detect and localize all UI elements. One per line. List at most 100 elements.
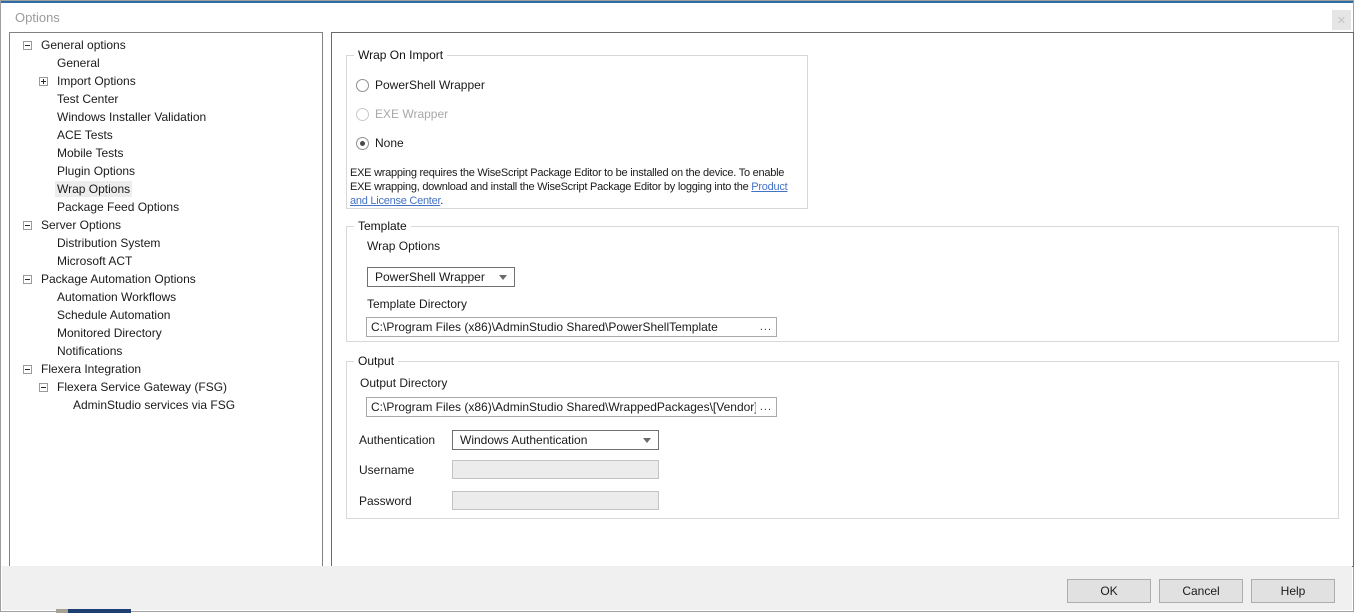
tree-item-label: ACE Tests bbox=[55, 127, 115, 143]
tree-item-flexera-service-gateway-fsg[interactable]: Flexera Service Gateway (FSG) bbox=[10, 378, 322, 396]
tree-item-label: AdminStudio services via FSG bbox=[71, 397, 237, 413]
authentication-dropdown[interactable]: Windows Authentication bbox=[452, 430, 659, 450]
tree-item-import-options[interactable]: Import Options bbox=[10, 72, 322, 90]
tree-item-label: Server Options bbox=[39, 217, 123, 233]
tree-item-mobile-tests[interactable]: Mobile Tests bbox=[10, 144, 322, 162]
tree-item-windows-installer-validation[interactable]: Windows Installer Validation bbox=[10, 108, 322, 126]
tree-item-label: Microsoft ACT bbox=[55, 253, 134, 269]
taskbar-artifact bbox=[68, 609, 131, 613]
tree-item-label: Package Feed Options bbox=[55, 199, 181, 215]
radio-label: PowerShell Wrapper bbox=[375, 78, 485, 92]
tree-item-server-options[interactable]: Server Options bbox=[10, 216, 322, 234]
authentication-label: Authentication bbox=[359, 433, 435, 447]
radio-button-icon bbox=[356, 79, 369, 92]
product-license-center-link[interactable]: and License Center bbox=[350, 195, 440, 207]
password-label: Password bbox=[359, 494, 412, 508]
tree-item-notifications[interactable]: Notifications bbox=[10, 342, 322, 360]
radio-label: EXE Wrapper bbox=[375, 107, 448, 121]
wrap-on-import-group: Wrap On Import PowerShell WrapperEXE Wra… bbox=[346, 55, 808, 209]
dialog-footer: OK Cancel Help bbox=[2, 566, 1352, 610]
tree-item-label: Notifications bbox=[55, 343, 124, 359]
username-field bbox=[452, 460, 659, 479]
wrap-options-dropdown[interactable]: PowerShell Wrapper bbox=[367, 267, 515, 287]
tree-item-automation-workflows[interactable]: Automation Workflows bbox=[10, 288, 322, 306]
tree-item-wrap-options[interactable]: Wrap Options bbox=[10, 180, 322, 198]
chevron-down-icon bbox=[499, 275, 507, 280]
tree-item-test-center[interactable]: Test Center bbox=[10, 90, 322, 108]
group-title: Template bbox=[354, 219, 411, 233]
tree-item-label: Windows Installer Validation bbox=[55, 109, 208, 125]
tree-item-label: Distribution System bbox=[55, 235, 162, 251]
tree-collapse-icon[interactable] bbox=[39, 383, 48, 392]
template-group: Template Wrap Options PowerShell Wrapper… bbox=[346, 226, 1339, 342]
tree-item-label: Test Center bbox=[55, 91, 120, 107]
output-directory-value: C:\Program Files (x86)\AdminStudio Share… bbox=[371, 400, 756, 414]
radio-label: None bbox=[375, 136, 404, 150]
tree-item-package-automation-options[interactable]: Package Automation Options bbox=[10, 270, 322, 288]
tree-item-label: Wrap Options bbox=[55, 181, 132, 197]
group-title: Wrap On Import bbox=[354, 48, 447, 62]
tree-item-flexera-integration[interactable]: Flexera Integration bbox=[10, 360, 322, 378]
tree-collapse-icon[interactable] bbox=[23, 221, 32, 230]
tree-item-general-options[interactable]: General options bbox=[10, 36, 322, 54]
note-period: . bbox=[440, 195, 443, 207]
radio-none[interactable]: None bbox=[356, 136, 404, 150]
radio-button-icon bbox=[356, 137, 369, 150]
tree-expand-icon[interactable] bbox=[39, 77, 48, 86]
options-tree: General options General Import Options Test… bbox=[9, 32, 323, 569]
titlebar: Options ✕ bbox=[1, 3, 1353, 31]
wrap-options-selected-value: PowerShell Wrapper bbox=[375, 270, 485, 284]
tree-item-label: Mobile Tests bbox=[55, 145, 125, 161]
note-line2: EXE wrapping, download and install the W… bbox=[350, 181, 751, 193]
cancel-button[interactable]: Cancel bbox=[1159, 579, 1243, 603]
output-directory-field[interactable]: C:\Program Files (x86)\AdminStudio Share… bbox=[366, 397, 777, 417]
template-directory-label: Template Directory bbox=[367, 297, 467, 311]
close-icon[interactable]: ✕ bbox=[1332, 10, 1351, 30]
tree-item-label: Schedule Automation bbox=[55, 307, 172, 323]
radio-powershell-wrapper[interactable]: PowerShell Wrapper bbox=[356, 78, 485, 92]
tree-item-label: Plugin Options bbox=[55, 163, 137, 179]
tree-item-label: General options bbox=[39, 37, 128, 53]
note-line1: EXE wrapping requires the WiseScript Pac… bbox=[350, 167, 784, 179]
taskbar-artifact bbox=[56, 609, 68, 613]
output-directory-label: Output Directory bbox=[360, 376, 447, 390]
browse-button[interactable]: ... bbox=[760, 321, 772, 333]
tree-item-distribution-system[interactable]: Distribution System bbox=[10, 234, 322, 252]
output-group: Output Output Directory C:\Program Files… bbox=[346, 361, 1339, 519]
tree-item-label: Flexera Integration bbox=[39, 361, 143, 377]
wrap-options-label: Wrap Options bbox=[367, 239, 440, 253]
authentication-selected-value: Windows Authentication bbox=[460, 433, 587, 447]
tree-item-label: Automation Workflows bbox=[55, 289, 178, 305]
tree-item-ace-tests[interactable]: ACE Tests bbox=[10, 126, 322, 144]
tree-item-label: Monitored Directory bbox=[55, 325, 164, 341]
tree-collapse-icon[interactable] bbox=[23, 365, 32, 374]
tree-collapse-icon[interactable] bbox=[23, 275, 32, 284]
tree-item-microsoft-act[interactable]: Microsoft ACT bbox=[10, 252, 322, 270]
tree-item-label: Import Options bbox=[55, 73, 138, 89]
chevron-down-icon bbox=[643, 438, 651, 443]
help-button[interactable]: Help bbox=[1251, 579, 1335, 603]
tree-item-plugin-options[interactable]: Plugin Options bbox=[10, 162, 322, 180]
tree-item-monitored-directory[interactable]: Monitored Directory bbox=[10, 324, 322, 342]
settings-panel: Wrap On Import PowerShell Wrapper EXE Wra… bbox=[331, 32, 1354, 567]
tree-item-label: Flexera Service Gateway (FSG) bbox=[55, 379, 229, 395]
tree-item-label: General bbox=[55, 55, 102, 71]
window-title: Options bbox=[15, 10, 60, 25]
radio-button-icon bbox=[356, 108, 369, 121]
tree-item-schedule-automation[interactable]: Schedule Automation bbox=[10, 306, 322, 324]
product-license-center-link[interactable]: Product bbox=[751, 181, 787, 193]
tree-item-label: Package Automation Options bbox=[39, 271, 198, 287]
radio-exe-wrapper: EXE Wrapper bbox=[356, 107, 448, 121]
ok-button[interactable]: OK bbox=[1067, 579, 1151, 603]
tree-item-package-feed-options[interactable]: Package Feed Options bbox=[10, 198, 322, 216]
template-directory-value: C:\Program Files (x86)\AdminStudio Share… bbox=[371, 320, 756, 334]
password-field bbox=[452, 491, 659, 510]
tree-item-adminstudio-services-via-fsg[interactable]: AdminStudio services via FSG bbox=[10, 396, 322, 414]
options-dialog: Options ✕ General options General Import O… bbox=[0, 0, 1354, 612]
tree-item-general[interactable]: General bbox=[10, 54, 322, 72]
browse-button[interactable]: ... bbox=[760, 401, 772, 413]
tree-collapse-icon[interactable] bbox=[23, 41, 32, 50]
exe-wrapping-note: EXE wrapping requires the WiseScript Pac… bbox=[350, 166, 806, 208]
template-directory-field[interactable]: C:\Program Files (x86)\AdminStudio Share… bbox=[366, 317, 777, 337]
group-title: Output bbox=[354, 354, 398, 368]
